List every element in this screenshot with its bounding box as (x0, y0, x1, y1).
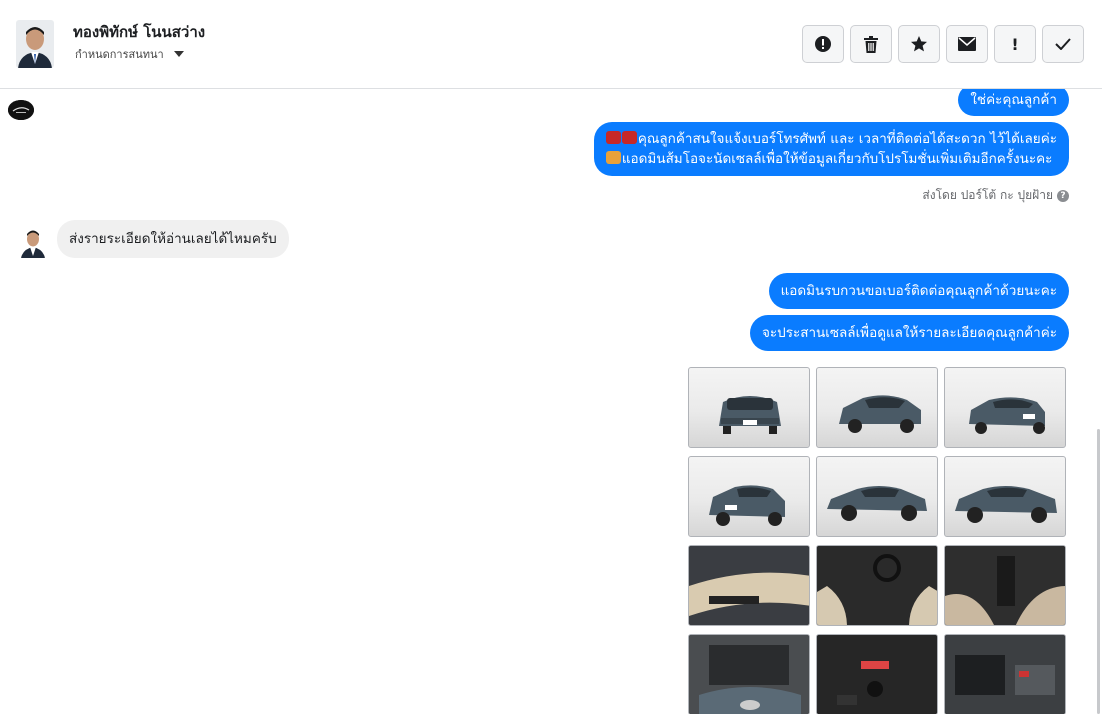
message-line: คุณลูกค้าสนใจแจ้งเบอร์โทรศัพท์ และ เวลาท… (605, 129, 1057, 149)
chevron-down-icon (173, 51, 184, 57)
car-photo[interactable] (944, 367, 1066, 448)
mark-unread-button[interactable] (946, 25, 988, 63)
alert-circle-icon (815, 36, 831, 52)
help-icon[interactable]: ? (1057, 189, 1069, 202)
exclamation-icon: ! (1011, 34, 1019, 54)
message-text: คุณลูกค้าสนใจแจ้งเบอร์โทรศัพท์ และ เวลาท… (637, 131, 1057, 147)
conversation-header: ทองพิทักษ์ โนนสว่าง กำหนดการสนทนา ! (0, 0, 1102, 89)
outgoing-message[interactable]: คุณลูกค้าสนใจแจ้งเบอร์โทรศัพท์ และ เวลาท… (593, 122, 1069, 176)
scrollbar[interactable] (1097, 429, 1100, 714)
car-photo[interactable] (688, 456, 810, 537)
message-text: แอดมินส้มโอจะนัดเซลล์เพื่อให้ข้อมูลเกี่ย… (621, 151, 1053, 167)
incoming-message[interactable]: ส่งรายระเอียดให้อ่านเลยได้ไหมครับ (57, 220, 289, 258)
mark-spam-button[interactable] (802, 25, 844, 63)
contact-name: ทองพิทักษ์ โนนสว่าง (73, 23, 206, 41)
photo-attachment-grid (688, 367, 1066, 714)
assign-conversation-dropdown[interactable]: กำหนดการสนทนา (75, 45, 184, 63)
page-avatar (8, 100, 34, 120)
star-icon (911, 36, 927, 52)
follow-up-button[interactable]: ! (994, 25, 1036, 63)
car-photo[interactable] (816, 367, 938, 448)
car-photo[interactable] (688, 545, 810, 626)
telephone-icon (605, 131, 621, 144)
car-photo[interactable] (688, 634, 810, 714)
car-photo[interactable] (688, 367, 810, 448)
contact-avatar[interactable] (16, 20, 54, 68)
outgoing-message[interactable]: จะประสานเซลล์เพื่อดูแลให้รายละเอียดคุณลู… (749, 315, 1069, 351)
message-thread[interactable]: ใช่ค่ะคุณลูกค้า คุณลูกค้าสนใจแจ้งเบอร์โท… (0, 89, 1102, 714)
sender-avatar (20, 226, 46, 258)
car-photo[interactable] (944, 545, 1066, 626)
message-line: แอดมินส้มโอจะนัดเซลล์เพื่อให้ข้อมูลเกี่ย… (605, 149, 1057, 169)
outgoing-message[interactable]: แอดมินรบกวนขอเบอร์ติดต่อคุณลูกค้าด้วยนะค… (768, 273, 1069, 309)
assign-label: กำหนดการสนทนา (75, 48, 164, 61)
car-photo[interactable] (816, 545, 938, 626)
star-button[interactable] (898, 25, 940, 63)
conversation-toolbar: ! (802, 25, 1084, 63)
car-photo[interactable] (944, 634, 1066, 714)
envelope-icon (958, 37, 976, 51)
mark-done-button[interactable] (1042, 25, 1084, 63)
sent-by-text: ส่งโดย ปอร์โต้ กะ ปุยฝ้าย (922, 188, 1053, 202)
people-icon (605, 151, 621, 164)
telephone-icon (621, 131, 637, 144)
check-icon (1055, 38, 1071, 50)
outgoing-message[interactable]: ใช่ค่ะคุณลูกค้า (958, 89, 1069, 116)
trash-icon (864, 35, 878, 53)
delete-button[interactable] (850, 25, 892, 63)
car-photo[interactable] (816, 456, 938, 537)
sent-by-label: ส่งโดย ปอร์โต้ กะ ปุยฝ้าย ? (922, 186, 1069, 205)
car-photo[interactable] (816, 634, 938, 714)
car-photo[interactable] (944, 456, 1066, 537)
